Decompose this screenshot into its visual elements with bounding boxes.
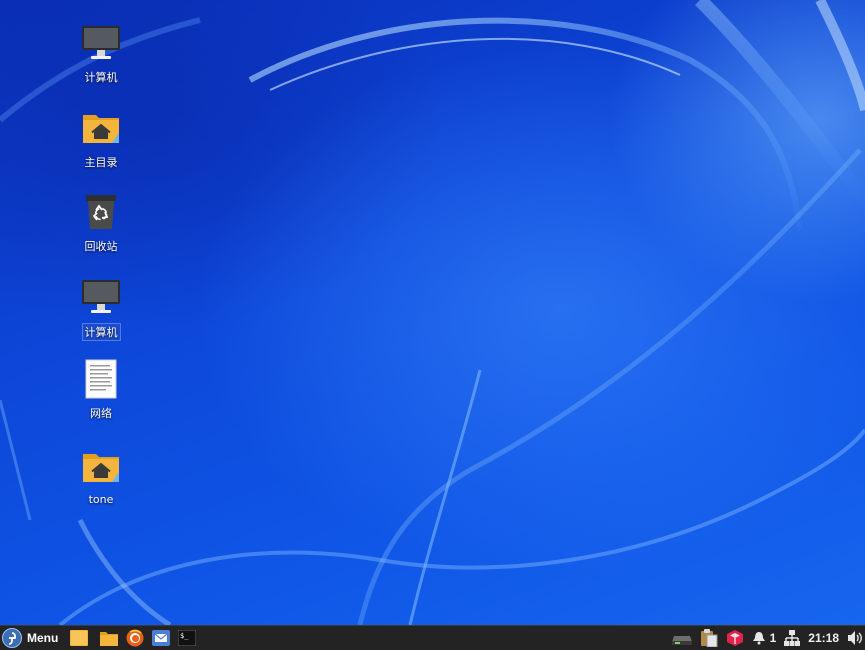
desktop-icon-home[interactable]: 主目录 — [61, 107, 141, 170]
home-folder-icon — [80, 446, 122, 488]
computer-icon — [80, 22, 122, 64]
computer-icon — [80, 276, 122, 318]
desktop-icon-label: 网络 — [90, 407, 112, 420]
launcher-files[interactable] — [96, 626, 122, 650]
launcher-terminal[interactable]: $_ — [174, 626, 200, 650]
firefox-icon — [126, 629, 144, 647]
fedora-logo-icon — [2, 628, 22, 648]
menu-label: Menu — [27, 631, 59, 645]
svg-text:$_: $_ — [180, 632, 189, 640]
trash-icon — [80, 191, 122, 233]
tray-volume[interactable] — [843, 626, 865, 650]
notification-bell-icon — [752, 632, 765, 645]
tray-software-updates[interactable] — [722, 626, 748, 650]
launcher-firefox[interactable] — [122, 626, 148, 650]
tray-network-manager[interactable] — [668, 626, 696, 650]
package-icon — [726, 630, 743, 646]
volume-icon — [848, 631, 862, 645]
launcher-mail[interactable] — [148, 626, 174, 650]
desktop-icon-label: 主目录 — [84, 156, 118, 169]
desktop-icon-label: tone — [88, 493, 114, 506]
home-folder-icon — [80, 107, 122, 149]
document-icon — [80, 358, 122, 400]
desktop-icon-label: 回收站 — [84, 240, 118, 253]
tray-notifications[interactable]: 1 — [748, 626, 781, 650]
desktop-icon-label: 计算机 — [81, 323, 121, 341]
terminal-icon: $_ — [178, 630, 197, 646]
clock-time: 21:18 — [808, 631, 839, 645]
desktop-icon-computer-1[interactable]: 计算机 — [61, 22, 141, 85]
folder-icon — [100, 631, 119, 646]
network-wired-icon — [784, 630, 801, 646]
tray-network[interactable] — [780, 626, 804, 650]
network-drive-icon — [671, 636, 692, 645]
taskbar: Menu $_ 1 21:18 — [0, 625, 865, 650]
desktop-icon-trash[interactable]: 回收站 — [61, 191, 141, 254]
desktop-icon — [70, 630, 89, 646]
tray-clipboard[interactable] — [696, 626, 722, 650]
desktop-icon-network[interactable]: 网络 — [61, 358, 141, 421]
menu-button[interactable]: Menu — [0, 626, 66, 650]
tray-clock[interactable]: 21:18 — [804, 626, 843, 650]
desktop-icon-tone[interactable]: tone — [61, 446, 141, 506]
desktop-icon-label: 计算机 — [84, 71, 118, 84]
clipboard-icon — [700, 629, 718, 647]
notification-count: 1 — [769, 631, 777, 645]
mail-icon — [152, 630, 171, 646]
launcher-show-desktop[interactable] — [66, 626, 92, 650]
desktop-icon-computer-2[interactable]: 计算机 — [61, 276, 141, 341]
